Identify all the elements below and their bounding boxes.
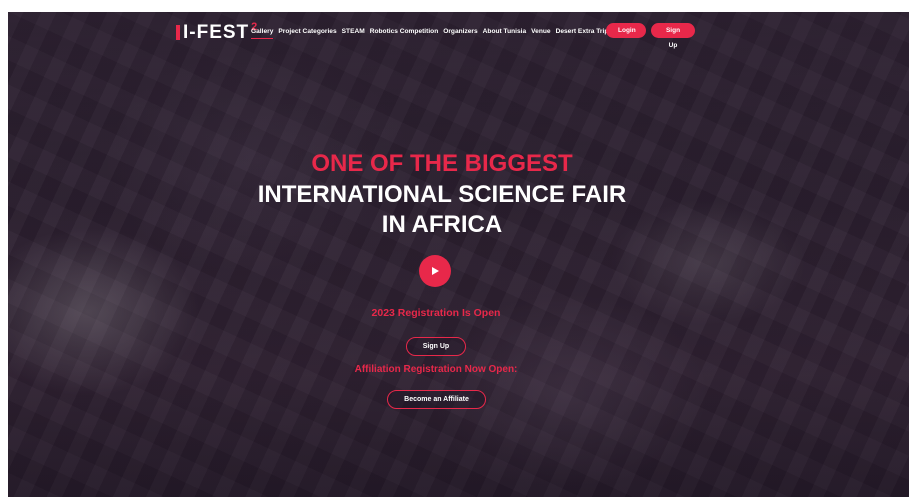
registration-status-text: 2023 Registration Is Open xyxy=(371,307,501,319)
navbar: I-FEST 2 Gallery Project Categories STEA… xyxy=(8,12,909,52)
become-affiliate-button[interactable]: Become an Affiliate xyxy=(387,390,486,409)
nav-item-venue[interactable]: Venue xyxy=(531,28,550,39)
nav-item-about-tunisia[interactable]: About Tunisia xyxy=(483,28,526,39)
play-icon xyxy=(432,267,439,275)
affiliation-status-text: Affiliation Registration Now Open: xyxy=(354,364,518,375)
logo-text: I-FEST xyxy=(183,22,250,43)
hero-headline-line2: INTERNATIONAL SCIENCE FAIR xyxy=(257,181,627,208)
play-video-button[interactable] xyxy=(419,255,451,287)
page-frame: I-FEST 2 Gallery Project Categories STEA… xyxy=(8,12,909,497)
logo[interactable]: I-FEST 2 xyxy=(176,22,258,44)
nav-item-gallery[interactable]: Gallery xyxy=(251,28,274,39)
nav-item-project-categories[interactable]: Project Categories xyxy=(278,28,336,39)
hero-overlay xyxy=(8,12,909,497)
nav-signup-button[interactable]: Sign Up xyxy=(651,23,695,49)
nav-item-robotics-competition[interactable]: Robotics Competition xyxy=(370,28,439,39)
nav-item-desert-extra-trip[interactable]: Desert Extra Trip xyxy=(556,28,609,39)
nav-menu: Gallery Project Categories STEAM Robotic… xyxy=(251,28,608,39)
hero-headline-line3: IN AFRICA xyxy=(381,211,503,238)
hero-signup-button[interactable]: Sign Up xyxy=(406,337,466,356)
nav-item-steam[interactable]: STEAM xyxy=(342,28,365,39)
login-button[interactable]: Login xyxy=(606,23,646,38)
hero-headline-line1: ONE OF THE BIGGEST xyxy=(311,150,573,177)
nav-item-organizers[interactable]: Organizers xyxy=(443,28,477,39)
logo-bar xyxy=(176,25,180,40)
